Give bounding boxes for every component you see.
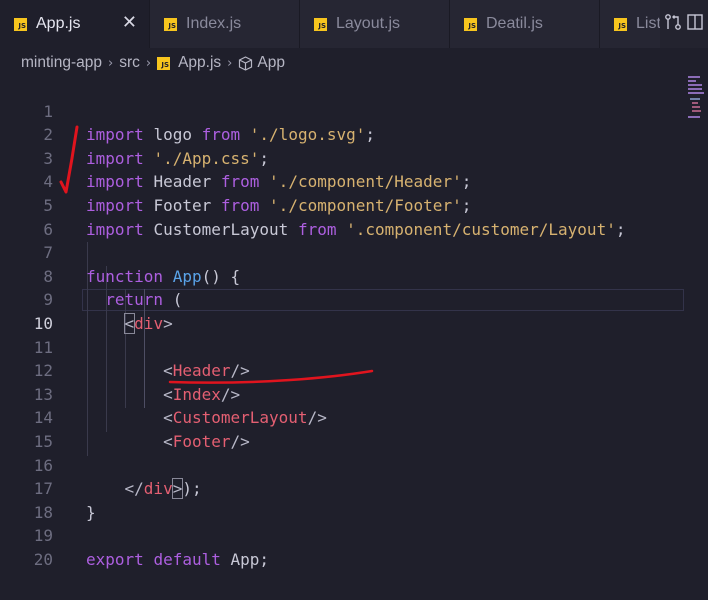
tab-label: Deatil.js [486, 15, 543, 32]
js-file-icon: JS [614, 17, 627, 31]
js-file-icon: JS [14, 17, 27, 31]
code-line: 10 [0, 288, 708, 333]
code-line: 12 <Index/> [0, 336, 708, 404]
tab-bar: JS App.js ✕ JS Index.js JS Layout.js JS … [0, 0, 708, 48]
code-line: 20 [0, 524, 708, 569]
tab-app-js[interactable]: JS App.js ✕ [0, 0, 150, 48]
breadcrumb: minting-app › src › JS App.js › App [21, 52, 285, 74]
breadcrumb-separator: › [108, 55, 114, 71]
component-cube-icon [238, 55, 253, 71]
code-line: 13 <CustomerLayout/> [0, 359, 708, 428]
close-icon[interactable]: ✕ [122, 13, 137, 33]
breadcrumb-separator: › [227, 55, 233, 71]
code-line: 17 } [0, 454, 708, 522]
breadcrumb-symbol-app[interactable]: App [257, 54, 285, 72]
code-line: 16 </div>); [0, 430, 708, 500]
editor-actions [660, 0, 708, 48]
code-line: 6 [0, 194, 708, 239]
tab-index-js[interactable]: JS Index.js [150, 0, 300, 48]
breadcrumb-file-app-js[interactable]: App.js [178, 54, 221, 72]
code-line: 1 import logo from './logo.svg'; [0, 76, 708, 145]
tab-layout-js[interactable]: JS Layout.js [300, 0, 450, 48]
js-file-icon: JS [164, 17, 177, 31]
code-line: 4 import Footer from './component/Footer… [0, 147, 708, 215]
breadcrumb-folder-src[interactable]: src [119, 54, 140, 72]
tab-label: Layout.js [336, 15, 401, 32]
code-line: 15 [0, 406, 708, 451]
code-editor[interactable]: 1 import logo from './logo.svg'; 2 impor… [0, 76, 708, 600]
split-editor-icon[interactable] [686, 13, 704, 35]
js-file-icon: JS [314, 17, 327, 31]
code-line: 9 <div> [0, 265, 708, 334]
code-line: 5 import CustomerLayout from '.component… [0, 170, 708, 239]
breadcrumb-folder-minting-app[interactable]: minting-app [21, 54, 102, 72]
line-number: 20 [33, 549, 53, 569]
code-line: 3 import Header from './component/Header… [0, 123, 708, 192]
code-line: 7 function App() { [0, 218, 708, 286]
source-control-compare-icon[interactable] [664, 13, 682, 35]
tab-label: List [636, 15, 661, 32]
tab-label: Index.js [186, 15, 242, 32]
code-line: 11 <Header/> [0, 312, 708, 381]
code-text: export default App; [86, 549, 270, 569]
breadcrumb-separator: › [145, 55, 152, 71]
tab-label: App.js [36, 15, 81, 32]
tab-deatil-js[interactable]: JS Deatil.js [450, 0, 600, 48]
code-line: 18 [0, 477, 708, 522]
js-file-icon: JS [157, 56, 171, 70]
code-line: 14 <Footer/> [0, 383, 708, 451]
js-file-icon: JS [464, 17, 477, 31]
code-line: 2 import './App.css'; [0, 100, 708, 168]
code-line: 19 export default App; [0, 501, 708, 569]
code-line: 8 return ( [0, 241, 708, 310]
